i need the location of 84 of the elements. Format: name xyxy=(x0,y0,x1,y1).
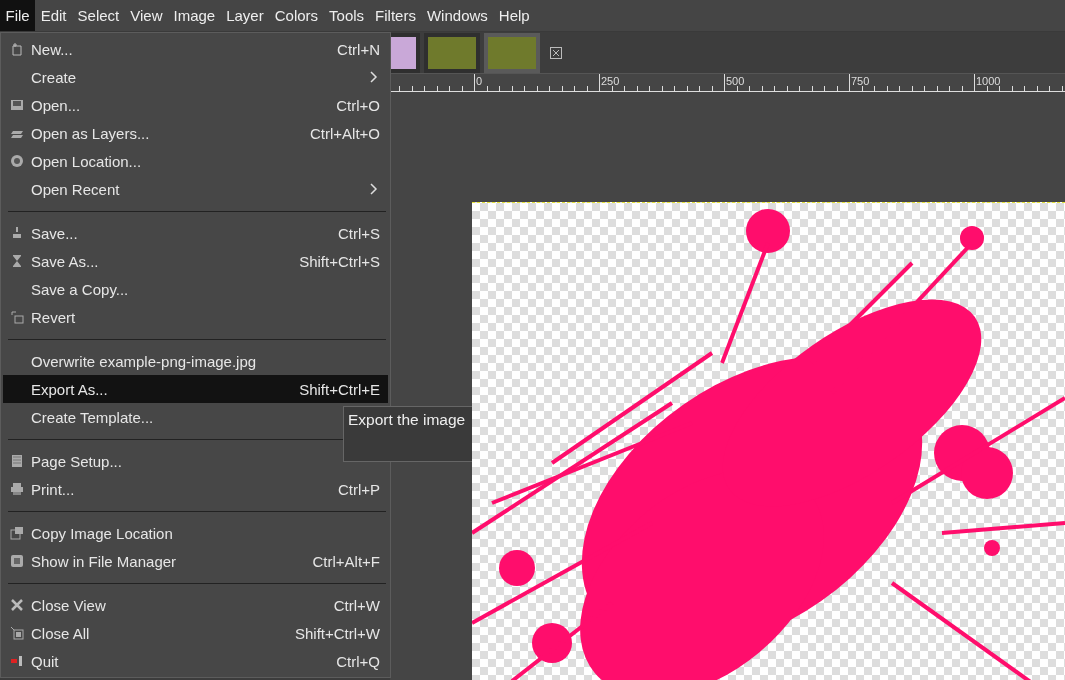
ruler-label: 0 xyxy=(476,75,483,87)
ruler-label: 500 xyxy=(726,75,745,87)
menu-item[interactable]: Open Location... xyxy=(3,147,388,175)
photo-placeholder xyxy=(488,36,536,69)
photo-placeholder xyxy=(390,36,416,69)
menu-item[interactable]: Open Recent xyxy=(3,175,388,203)
menu-icon xyxy=(10,310,24,324)
menu-item[interactable]: Open... Ctrl+O xyxy=(3,91,388,119)
menu-item[interactable]: Revert xyxy=(3,303,388,331)
image-tab[interactable] xyxy=(390,32,420,73)
ruler-label: 1000 xyxy=(976,75,1001,87)
menu-icon xyxy=(10,598,24,612)
menu-item-label: Close View xyxy=(31,596,106,614)
menu-icon xyxy=(10,482,24,496)
tooltip: Export the image xyxy=(343,406,472,462)
shortcut-label: Ctrl+P xyxy=(337,480,380,498)
menu-item[interactable]: Save a Copy... xyxy=(3,275,388,303)
menu-item-label: Create xyxy=(31,68,77,86)
menu-item[interactable]: Show in File Manager Ctrl+Alt+F xyxy=(3,547,388,575)
shortcut-label: Shift+Ctrl+W xyxy=(294,624,380,642)
menu-icon xyxy=(10,554,24,568)
shortcut-label: Ctrl+N xyxy=(337,40,380,58)
menu-item-label: Copy Image Location xyxy=(31,524,173,542)
shortcut-label: Ctrl+O xyxy=(336,96,380,114)
menu-item[interactable]: Open as Layers... Ctrl+Alt+O xyxy=(3,119,388,147)
menu-item-label: Page Setup... xyxy=(31,452,122,470)
shortcut-label: Ctrl+S xyxy=(337,224,380,242)
menu-icon xyxy=(10,226,24,240)
menu-icon xyxy=(10,254,24,268)
menu-item-label: Open as Layers... xyxy=(31,124,150,142)
menu-item[interactable]: Image xyxy=(168,0,221,31)
menu-item[interactable]: Overwrite example-png-image.jpg xyxy=(3,347,388,375)
menu-item[interactable]: Export As... Shift+Ctrl+E xyxy=(3,375,388,403)
shortcut-label: Ctrl+Alt+F xyxy=(312,552,380,570)
menu-item-label: Revert xyxy=(31,308,76,326)
menu-item[interactable]: Layer xyxy=(220,0,270,31)
menu-item-label: Overwrite example-png-image.jpg xyxy=(31,352,257,370)
ruler-label: 250 xyxy=(601,75,620,87)
menu-item[interactable]: Windows xyxy=(421,0,494,31)
menu-item[interactable]: New... Ctrl+N xyxy=(3,35,388,63)
menu-icon xyxy=(10,154,24,168)
menu-item[interactable]: Close All Shift+Ctrl+W xyxy=(3,619,388,647)
shortcut-label: Shift+Ctrl+E xyxy=(299,380,380,398)
menu-item[interactable]: Edit xyxy=(35,0,73,31)
menu-item-label: Save a Copy... xyxy=(31,280,129,298)
menu-item[interactable]: Colors xyxy=(269,0,324,31)
menu-item-label: Save As... xyxy=(31,252,99,270)
menu-item[interactable]: Select xyxy=(72,0,125,31)
menu-item-label: Show in File Manager xyxy=(31,552,177,570)
menu-icon xyxy=(10,654,24,668)
menu-item-label: Open... xyxy=(31,96,81,114)
shortcut-label: Ctrl+Q xyxy=(336,652,380,670)
photo-placeholder xyxy=(428,36,476,69)
menu-item[interactable]: Quit Ctrl+Q xyxy=(3,647,388,675)
menu-icon xyxy=(10,526,24,540)
menu-item-label: Export As... xyxy=(31,380,108,398)
menu-item[interactable]: Tools xyxy=(323,0,370,31)
menu-item[interactable]: Print... Ctrl+P xyxy=(3,475,388,503)
menu-item-label: New... xyxy=(31,40,73,58)
menu-item-label: Open Recent xyxy=(31,180,120,198)
menu-item[interactable]: Filters xyxy=(369,0,422,31)
menu-item[interactable]: Save... Ctrl+S xyxy=(3,219,388,247)
menu-item[interactable]: Close View Ctrl+W xyxy=(3,591,388,619)
menu-item[interactable]: File xyxy=(0,0,36,31)
menu-icon xyxy=(10,454,24,468)
menu-item[interactable]: Copy Image Location xyxy=(3,519,388,547)
menu-item[interactable]: Create xyxy=(3,63,388,91)
shortcut-label: Ctrl+Alt+O xyxy=(309,124,380,142)
menu-icon xyxy=(10,626,24,640)
menu-item[interactable]: View xyxy=(124,0,168,31)
close-icon[interactable] xyxy=(550,46,562,59)
ruler-label: 750 xyxy=(851,75,870,87)
menu-item[interactable]: Save As... Shift+Ctrl+S xyxy=(3,247,388,275)
menu-item-label: Print... xyxy=(31,480,75,498)
menu-item[interactable]: Help xyxy=(493,0,536,31)
image-tab[interactable] xyxy=(424,32,480,73)
menu-icon xyxy=(10,42,24,56)
menu-item-label: Close All xyxy=(31,624,90,642)
shortcut-label: Ctrl+W xyxy=(333,596,380,614)
menu-item-label: Quit xyxy=(31,652,59,670)
menu-icon xyxy=(10,98,24,112)
shortcut-label: Shift+Ctrl+S xyxy=(299,252,380,270)
menu-item-label: Open Location... xyxy=(31,152,142,170)
menu-item-label: Save... xyxy=(31,224,78,242)
